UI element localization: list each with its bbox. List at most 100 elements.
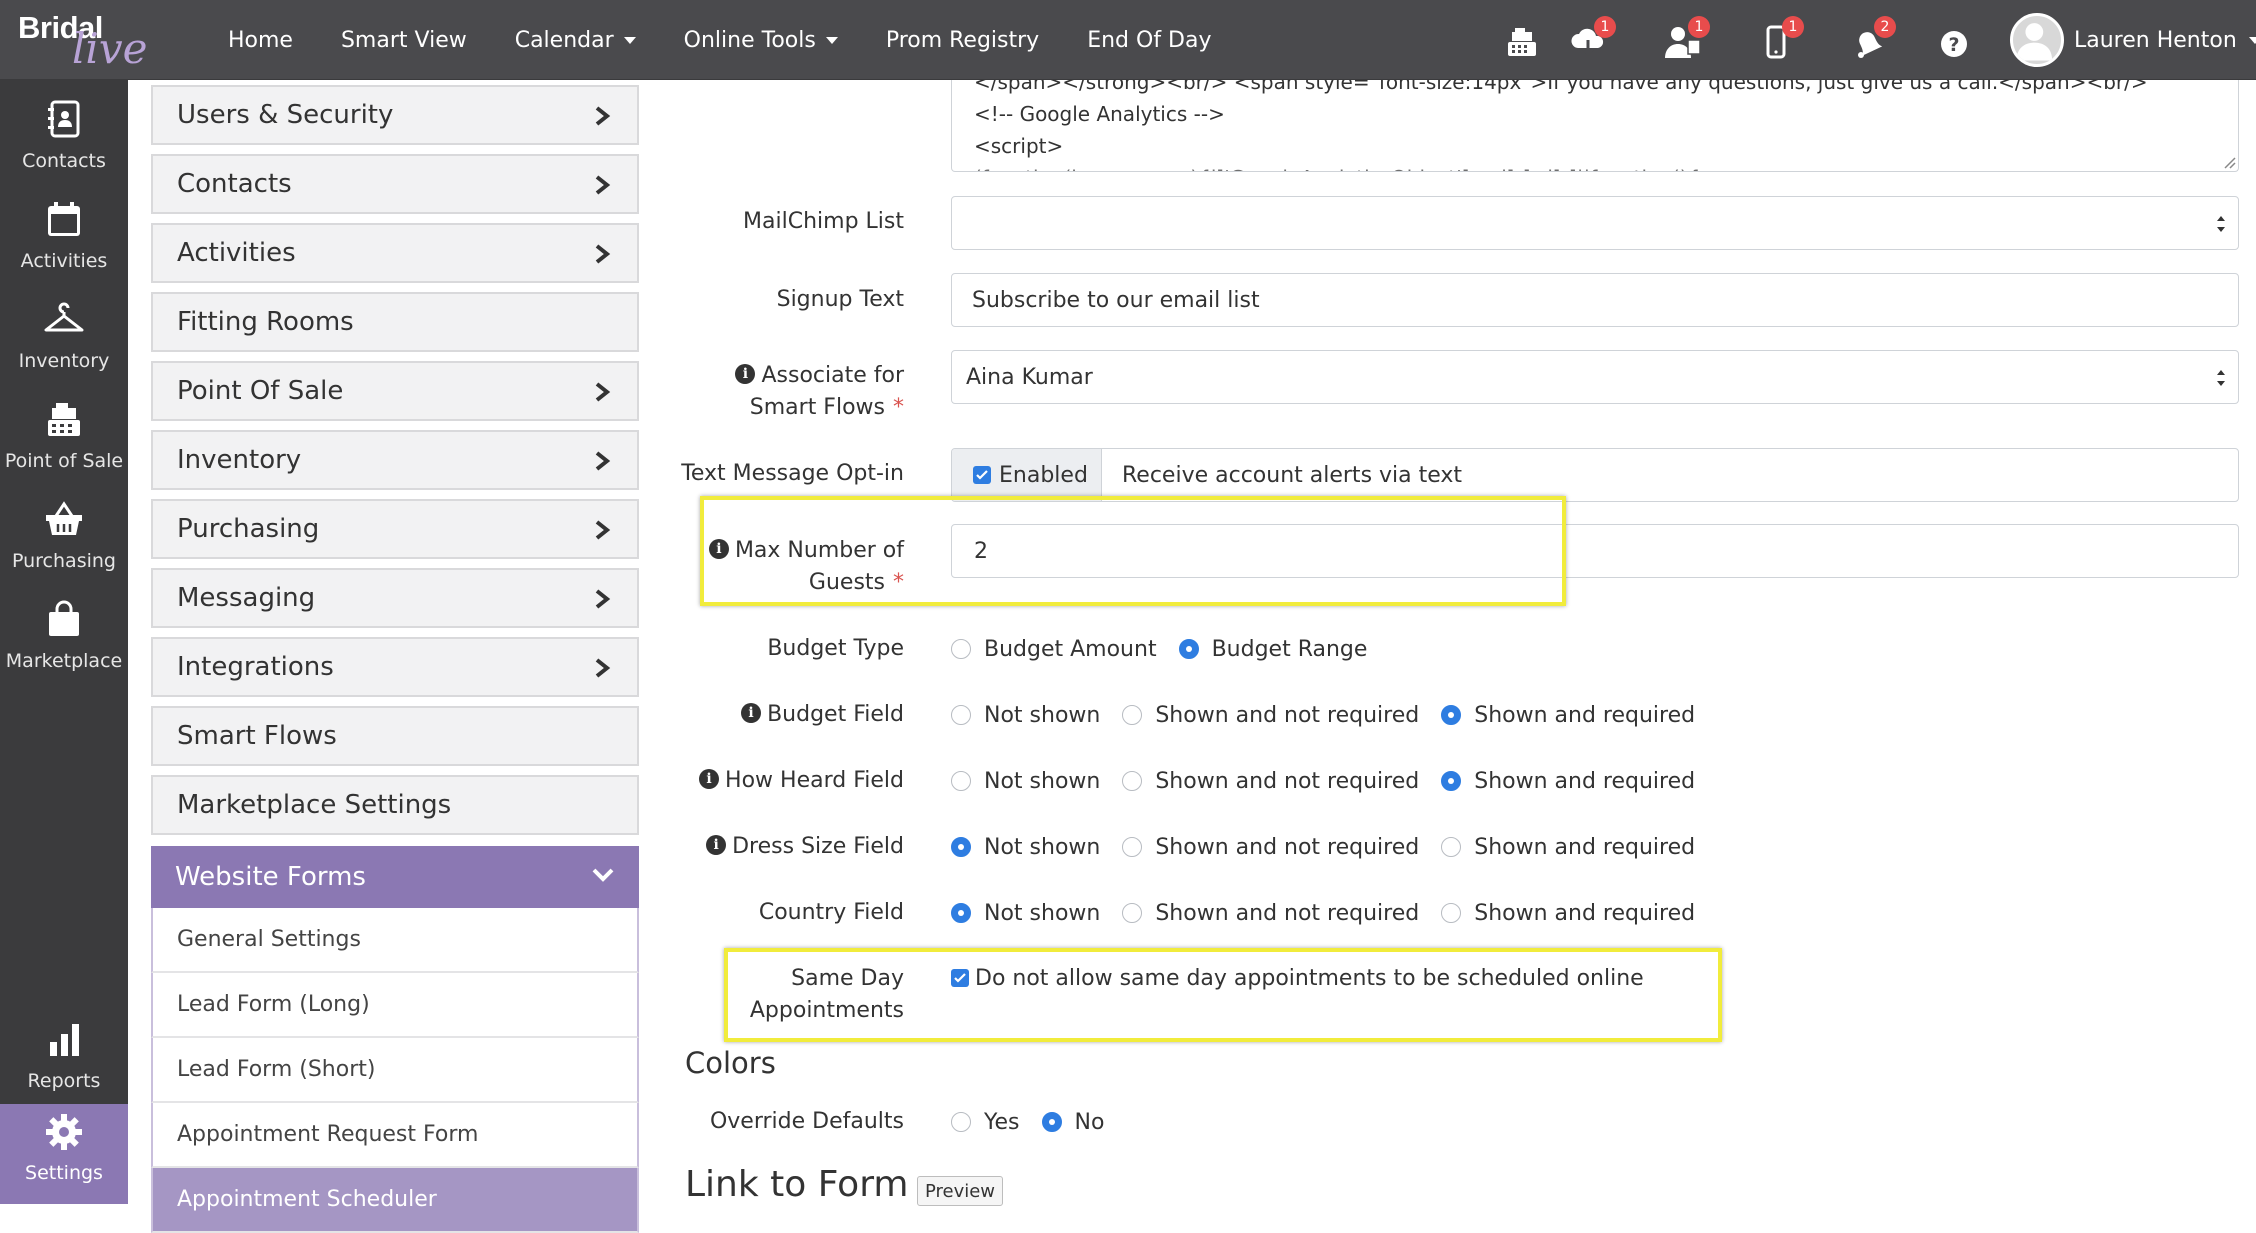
- html-code-textarea[interactable]: </span></strong><br/> <span style="font-…: [951, 80, 2239, 172]
- country-radio-group: Not shown Shown and not required Shown a…: [951, 897, 1717, 929]
- sidebar-item-activities[interactable]: Activities: [0, 192, 128, 292]
- nav-home-label: Home: [228, 27, 293, 53]
- sidebar-item-settings[interactable]: Settings: [0, 1104, 128, 1204]
- mobile-phone-icon[interactable]: 1: [1756, 16, 1804, 62]
- dress-size-shown-required-radio[interactable]: [1441, 837, 1462, 857]
- menu-item-website-forms[interactable]: Website Forms: [151, 846, 639, 908]
- budget-range-radio[interactable]: [1178, 639, 1199, 659]
- user-menu[interactable]: Lauren Henton: [2010, 12, 2256, 68]
- override-defaults-label: Override Defaults: [709, 1109, 904, 1134]
- nav-prom-registry-label: Prom Registry: [885, 27, 1040, 53]
- submenu-lead-form-long[interactable]: Lead Form (Long): [151, 973, 639, 1038]
- country-shown-required-radio[interactable]: [1441, 903, 1462, 923]
- override-yes-radio[interactable]: [951, 1112, 971, 1132]
- preview-button[interactable]: Preview: [917, 1176, 1003, 1206]
- sidebar-item-reports[interactable]: Reports: [0, 1012, 128, 1112]
- override-defaults-radio-group: Yes No: [951, 1106, 1126, 1138]
- text-opt-in-checkbox-addon[interactable]: Enabled: [952, 449, 1102, 501]
- menu-label: Marketplace Settings: [177, 790, 452, 820]
- cash-register-icon[interactable]: [1502, 22, 1542, 62]
- signup-text-input[interactable]: Subscribe to our email list: [951, 273, 2239, 327]
- submenu-label: Lead Form (Long): [177, 992, 370, 1017]
- submenu-lead-form-short[interactable]: Lead Form (Short): [151, 1038, 639, 1103]
- menu-item-activities[interactable]: Activities: [151, 223, 639, 283]
- nav-end-of-day[interactable]: End Of Day: [1063, 0, 1235, 80]
- highlight-box-same-day: [724, 948, 1722, 1042]
- sidebar-label-settings: Settings: [25, 1162, 103, 1184]
- dress-size-shown-not-required-radio[interactable]: [1122, 837, 1143, 857]
- nav-prom-registry[interactable]: Prom Registry: [862, 0, 1063, 80]
- radio-label: Budget Amount: [984, 636, 1157, 662]
- chevron-right-icon: [595, 589, 611, 609]
- sidebar-label-purchasing: Purchasing: [12, 550, 116, 572]
- associate-select[interactable]: Aina Kumar: [951, 350, 2239, 404]
- menu-item-purchasing[interactable]: Purchasing: [151, 499, 639, 559]
- mailchimp-list-label: MailChimp List: [743, 209, 904, 234]
- module-sidebar: Contacts Activities Inventory Point of S…: [0, 80, 128, 1204]
- budget-not-shown-radio[interactable]: [951, 705, 971, 725]
- how-heard-shown-required-radio[interactable]: [1441, 771, 1462, 791]
- sidebar-item-contacts[interactable]: Contacts: [0, 92, 128, 192]
- sidebar-label-inventory: Inventory: [18, 350, 110, 372]
- menu-item-point-of-sale[interactable]: Point Of Sale: [151, 361, 639, 421]
- how-heard-not-shown-radio[interactable]: [951, 771, 971, 791]
- bell-icon[interactable]: 2: [1848, 16, 1896, 62]
- submenu-general-settings[interactable]: General Settings: [151, 908, 639, 973]
- nav-online-tools-label: Online Tools: [683, 27, 816, 53]
- menu-label: Integrations: [177, 652, 334, 682]
- menu-item-marketplace-settings[interactable]: Marketplace Settings: [151, 775, 639, 835]
- submenu-appointment-scheduler[interactable]: Appointment Scheduler: [151, 1168, 639, 1233]
- budget-amount-radio[interactable]: [951, 639, 971, 659]
- radio-label: Not shown: [984, 900, 1101, 926]
- text-opt-in-value[interactable]: Receive account alerts via text: [1122, 463, 1462, 488]
- budget-field-label: i Budget Field: [741, 699, 904, 731]
- caret-down-icon: [2248, 36, 2256, 44]
- menu-item-inventory[interactable]: Inventory: [151, 430, 639, 490]
- user-notification-icon[interactable]: 1: [1662, 16, 1710, 62]
- shopping-bag-icon: [49, 600, 79, 636]
- signup-text-value: Subscribe to our email list: [972, 287, 1260, 313]
- budget-shown-required-radio[interactable]: [1441, 705, 1462, 725]
- budget-field-radio-group: Not shown Shown and not required Shown a…: [951, 699, 1717, 731]
- nav-home[interactable]: Home: [204, 0, 317, 80]
- help-icon[interactable]: ?: [1934, 22, 1974, 62]
- menu-item-smart-flows[interactable]: Smart Flows: [151, 706, 639, 766]
- menu-item-integrations[interactable]: Integrations: [151, 637, 639, 697]
- sidebar-item-point-of-sale[interactable]: Point of Sale: [0, 392, 128, 492]
- chevron-right-icon: [595, 175, 611, 195]
- radio-label: Not shown: [984, 768, 1101, 794]
- nav-smart-view[interactable]: Smart View: [317, 0, 491, 80]
- sidebar-item-purchasing[interactable]: Purchasing: [0, 492, 128, 592]
- nav-calendar-dropdown[interactable]: Calendar: [491, 0, 660, 80]
- radio-label: Shown and required: [1474, 768, 1696, 794]
- cloud-download-icon[interactable]: 1: [1568, 16, 1616, 62]
- menu-item-contacts[interactable]: Contacts: [151, 154, 639, 214]
- dress-size-not-shown-radio[interactable]: [951, 837, 971, 857]
- menu-label: Fitting Rooms: [177, 307, 354, 337]
- resize-handle-icon[interactable]: [2220, 153, 2236, 169]
- dress-size-radio-group: Not shown Shown and not required Shown a…: [951, 831, 1717, 863]
- chevron-down-icon: [592, 868, 614, 882]
- sidebar-item-marketplace[interactable]: Marketplace: [0, 592, 128, 692]
- country-not-shown-radio[interactable]: [951, 903, 971, 923]
- mobile-badge: 1: [1782, 16, 1804, 38]
- mailchimp-list-select[interactable]: [951, 196, 2239, 250]
- radio-label: Budget Range: [1211, 636, 1368, 662]
- nav-online-tools-dropdown[interactable]: Online Tools: [660, 0, 862, 80]
- code-line: (function(i,s,o,g,r,a,m){i['GoogleAnalyt…: [974, 162, 1700, 171]
- radio-label: No: [1074, 1109, 1105, 1135]
- menu-item-fitting-rooms[interactable]: Fitting Rooms: [151, 292, 639, 352]
- submenu-appointment-request-form[interactable]: Appointment Request Form: [151, 1103, 639, 1168]
- radio-label: Yes: [984, 1109, 1020, 1135]
- bridallive-logo[interactable]: Bridal live: [16, 4, 186, 76]
- menu-item-users-security[interactable]: Users & Security: [151, 85, 639, 145]
- country-shown-not-required-radio[interactable]: [1122, 903, 1143, 923]
- how-heard-shown-not-required-radio[interactable]: [1122, 771, 1143, 791]
- enabled-checkbox[interactable]: [973, 466, 991, 484]
- menu-item-messaging[interactable]: Messaging: [151, 568, 639, 628]
- budget-shown-not-required-radio[interactable]: [1122, 705, 1143, 725]
- nav-end-of-day-label: End Of Day: [1087, 27, 1212, 53]
- sidebar-item-inventory[interactable]: Inventory: [0, 292, 128, 392]
- info-icon: i: [741, 703, 762, 723]
- override-no-radio[interactable]: [1041, 1112, 1062, 1132]
